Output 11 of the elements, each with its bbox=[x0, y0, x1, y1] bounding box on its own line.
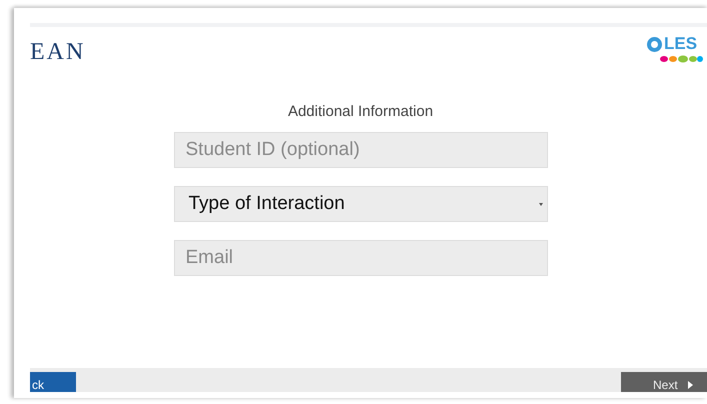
brand-logo: LES bbox=[664, 35, 698, 53]
input-field[interactable]: Email bbox=[174, 240, 548, 276]
caret-icon bbox=[538, 202, 542, 206]
next-button[interactable]: Next bbox=[621, 372, 707, 392]
input-field[interactable]: Student ID (optional) bbox=[174, 132, 548, 168]
arrow-icon bbox=[688, 381, 693, 389]
dropdown-field[interactable]: Type of Interaction bbox=[174, 186, 548, 222]
form-title: Additional Information bbox=[286, 103, 434, 120]
back-button[interactable]: ck bbox=[30, 372, 76, 392]
colored-dots-icon bbox=[659, 55, 703, 63]
university-logo: EAN bbox=[30, 39, 86, 66]
